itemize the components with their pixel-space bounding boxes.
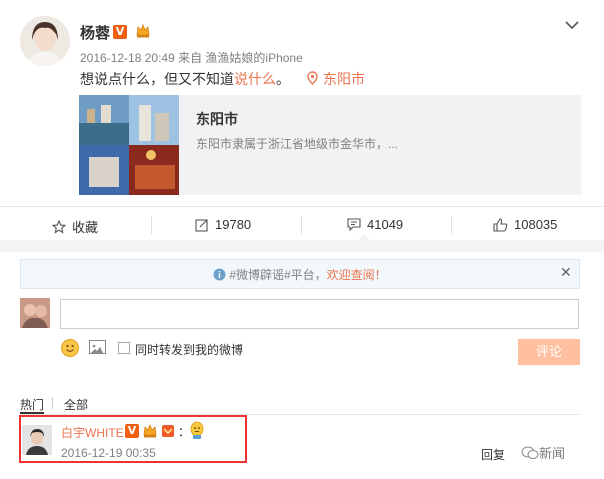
close-icon[interactable]: ✕ [560, 264, 572, 281]
location-pin-icon [307, 71, 318, 85]
author-avatar[interactable] [20, 16, 70, 66]
forward-checkbox-label[interactable]: 同时转发到我的微博 [135, 341, 243, 358]
comment-pointer [357, 234, 371, 241]
comment-icon [347, 218, 361, 231]
like-count: 108035 [514, 217, 558, 232]
star-icon [52, 219, 66, 234]
author-name[interactable]: 杨蓉 [80, 22, 110, 43]
info-icon [213, 268, 226, 281]
post-text-end: 。 [276, 71, 290, 87]
favorite-button[interactable]: 收藏 [52, 217, 98, 236]
comment-button[interactable]: 41049 [347, 217, 403, 232]
divider [301, 216, 302, 234]
comment-input[interactable] [60, 299, 579, 329]
commenter-avatar[interactable] [22, 425, 52, 455]
tab-active-indicator [20, 412, 44, 414]
post-text-plain: 想说点什么，但又不知道 [80, 71, 234, 87]
forward-checkbox[interactable] [118, 342, 130, 354]
location-card-image [79, 95, 179, 195]
location-card-title[interactable]: 东阳市 [196, 109, 238, 129]
chevron-down-icon[interactable] [564, 18, 580, 30]
post-text: 想说点什么，但又不知道说什么。 [80, 69, 290, 89]
watermark: 新闻 [521, 443, 565, 462]
notice-link[interactable]: 欢迎查阅！ [327, 268, 387, 282]
emoji-icon [187, 420, 207, 440]
my-avatar [20, 298, 50, 328]
forward-count: 19780 [215, 217, 252, 232]
tab-hot[interactable]: 热门 [20, 396, 44, 413]
post-meta: 2016-12-18 20:49 来自 渔渔姑娘的iPhone [80, 51, 303, 65]
section-divider [0, 240, 604, 252]
verified-badge-icon: V [125, 424, 139, 438]
rumor-notice-text[interactable]: #微博辟谣#平台，欢迎查阅！ [0, 266, 600, 283]
forward-button[interactable]: 19780 [195, 217, 251, 232]
forward-icon [195, 218, 208, 232]
location-card-description: 东阳市隶属于浙江省地级市金华市，... [196, 137, 399, 151]
commenter-name[interactable]: 白宇WHITE [61, 424, 124, 441]
member-badge-icon [161, 424, 175, 438]
thumbs-up-icon [493, 217, 508, 232]
crown-badge-icon [135, 23, 151, 39]
reply-button[interactable]: 回复 [481, 446, 505, 463]
location-link[interactable]: 东阳市 [307, 69, 365, 89]
submit-comment-button[interactable]: 评论 [518, 339, 580, 365]
comment-count: 41049 [367, 217, 404, 232]
watermark-text: 新闻 [539, 446, 566, 461]
smiley-icon[interactable] [61, 339, 79, 357]
like-button[interactable]: 108035 [493, 217, 557, 232]
favorite-label: 收藏 [72, 220, 99, 235]
location-label[interactable]: 东阳市 [323, 71, 365, 87]
tab-separator [52, 397, 53, 409]
divider [151, 216, 152, 234]
notice-prefix: #微博辟谣#平台， [229, 268, 327, 282]
image-icon[interactable] [89, 340, 106, 354]
post-text-highlight[interactable]: 说什么 [234, 71, 276, 87]
verified-badge-icon: V [113, 25, 127, 39]
tab-all[interactable]: 全部 [64, 396, 88, 413]
comment-time: 2016-12-19 00:35 [61, 446, 156, 460]
wechat-icon [521, 446, 539, 459]
crown-badge-icon [142, 423, 158, 439]
divider [451, 216, 452, 234]
